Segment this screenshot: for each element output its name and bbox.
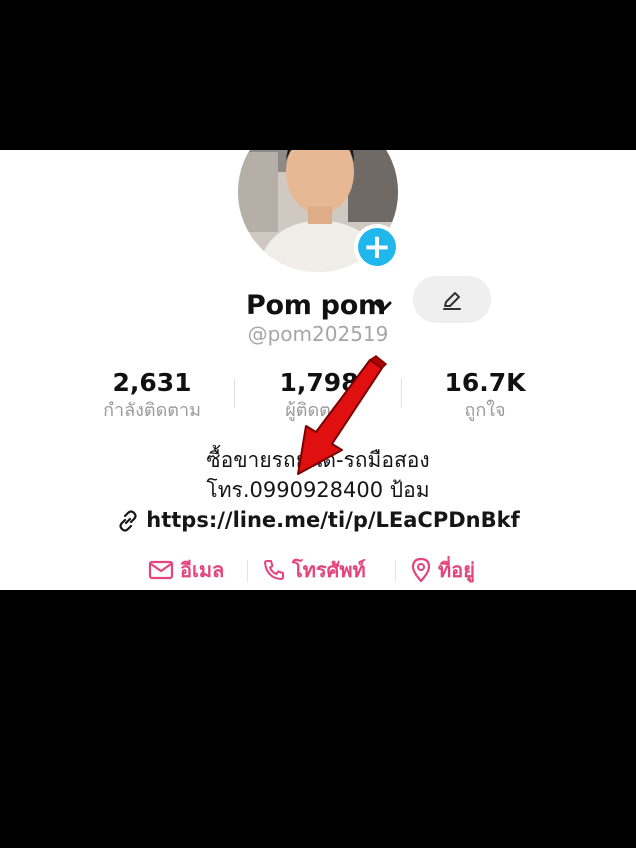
chevron-down-icon[interactable] (372, 296, 394, 318)
phone-label: โทรศัพท์ (292, 558, 366, 582)
action-divider (395, 560, 396, 582)
action-divider (247, 560, 248, 582)
link-icon (119, 510, 137, 532)
address-button[interactable]: ที่อยู่ (410, 554, 475, 586)
location-pin-icon (411, 557, 431, 583)
contact-actions: อีเมล โทรศัพท์ ที่อยู่ (0, 554, 636, 584)
edit-profile-button[interactable] (413, 276, 491, 323)
phone-icon (264, 560, 284, 580)
profile-card: + Pom pom @pom202519 2,631 กำลังติดตาม 1… (0, 150, 636, 590)
plus-icon: + (358, 228, 396, 266)
stat-value: 1,798 (279, 368, 359, 397)
stat-value: 2,631 (112, 368, 192, 397)
stat-label: ผู้ติดตาม (285, 400, 353, 421)
stat-likes[interactable]: 16.7K ถูกใจ (410, 368, 560, 424)
stat-label: กำลังติดตาม (103, 400, 201, 421)
pencil-icon (443, 291, 461, 310)
stat-divider (234, 378, 235, 408)
username-handle: @pom202519 (247, 322, 389, 346)
display-name: Pom pom (246, 290, 386, 321)
stat-divider (401, 378, 402, 408)
email-label: อีเมล (180, 558, 225, 582)
address-label: ที่อยู่ (438, 558, 475, 582)
profile-link[interactable]: https://line.me/ti/p/LEaCPDnBkf (0, 508, 636, 533)
email-button[interactable]: อีเมล (148, 554, 224, 586)
phone-button[interactable]: โทรศัพท์ (262, 554, 366, 586)
stat-label: ถูกใจ (464, 400, 506, 421)
add-follow-button[interactable]: + (354, 224, 400, 270)
bio-line: ซื้อขายรถยนต์-รถมือสอง (206, 448, 430, 472)
stat-following[interactable]: 2,631 กำลังติดตาม (77, 368, 227, 424)
mail-icon (148, 560, 174, 580)
stat-followers[interactable]: 1,798 ผู้ติดตาม (244, 368, 394, 424)
link-text: https://line.me/ti/p/LEaCPDnBkf (146, 508, 520, 532)
stat-value: 16.7K (444, 368, 526, 397)
bio-line: โทร.0990928400 ป้อม (206, 478, 430, 502)
